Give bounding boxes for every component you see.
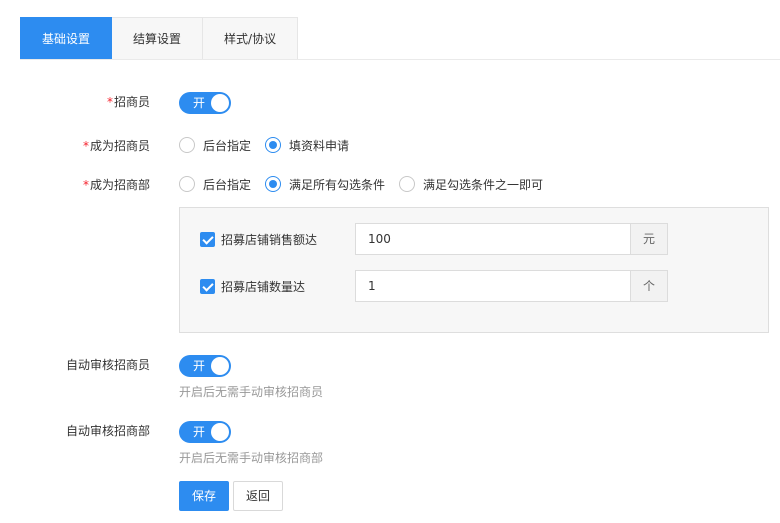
unit-ge: 个 (630, 270, 668, 302)
auto-audit-recruiter-label: 自动审核招商员 (65, 358, 150, 372)
radio-label: 满足勾选条件之一即可 (423, 177, 544, 192)
radio-circle (265, 176, 282, 192)
tab-settlement-settings[interactable]: 结算设置 (112, 17, 204, 60)
required-mark: * (82, 139, 89, 153)
radio-label: 填资料申请 (289, 138, 350, 153)
shop-count-input[interactable] (355, 270, 630, 302)
tab-basic-settings[interactable]: 基础设置 (20, 17, 113, 60)
recruiter-switch[interactable]: 开 (179, 92, 231, 114)
switch-text: 开 (193, 359, 206, 373)
become-recruiter-label-text: 成为招商员 (89, 139, 150, 153)
auto-audit-dept-hint: 开启后无需手动审核招商部 (179, 451, 324, 465)
switch-text: 开 (193, 425, 206, 439)
recruiter-label-text: 招商员 (113, 95, 150, 109)
checkbox-label: 招募店铺销售额达 (221, 233, 318, 247)
auto-audit-recruiter-switch[interactable]: 开 (179, 355, 231, 377)
sales-amount-input-group: 元 (355, 223, 668, 255)
tab-divider (20, 59, 780, 60)
radio-all-conditions[interactable]: 满足所有勾选条件 (265, 176, 385, 193)
auto-audit-dept-label: 自动审核招商部 (65, 424, 150, 438)
become-dept-label-text: 成为招商部 (89, 178, 150, 192)
radio-circle (179, 176, 195, 192)
tab-bar: 基础设置 结算设置 样式/协议 (20, 17, 299, 60)
tab-style-agreement[interactable]: 样式/协议 (203, 17, 299, 60)
radio-label: 后台指定 (203, 177, 252, 192)
shop-count-input-group: 个 (355, 270, 668, 302)
sales-amount-input[interactable] (355, 223, 630, 255)
required-mark: * (106, 95, 113, 109)
recruiter-label: *招商员 (0, 93, 150, 110)
switch-knob (211, 423, 229, 441)
become-recruiter-label: *成为招商员 (0, 137, 150, 154)
switch-knob (211, 94, 229, 112)
switch-knob (211, 357, 229, 375)
radio-circle (179, 137, 195, 153)
auto-audit-dept-switch[interactable]: 开 (179, 421, 231, 443)
radio-label: 满足所有勾选条件 (289, 177, 386, 192)
unit-yuan: 元 (630, 223, 668, 255)
radio-backend-assign[interactable]: 后台指定 (179, 137, 251, 154)
check-icon (200, 232, 215, 247)
radio-label: 后台指定 (203, 138, 252, 153)
radio-fill-application[interactable]: 填资料申请 (265, 137, 349, 154)
back-button[interactable]: 返回 (233, 481, 284, 511)
become-recruiter-radio-group: 后台指定 填资料申请 (179, 137, 363, 153)
radio-circle (399, 176, 416, 192)
save-button[interactable]: 保存 (179, 481, 230, 511)
check-icon (200, 279, 215, 294)
checkbox-label: 招募店铺数量达 (221, 280, 306, 294)
checkbox-shop-count[interactable]: 招募店铺数量达 (200, 278, 305, 295)
radio-circle (265, 137, 282, 153)
radio-backend-assign[interactable]: 后台指定 (179, 176, 251, 193)
checkbox-sales-amount[interactable]: 招募店铺销售额达 (200, 231, 317, 248)
auto-audit-recruiter-hint: 开启后无需手动审核招商员 (179, 385, 324, 399)
radio-any-condition[interactable]: 满足勾选条件之一即可 (399, 176, 543, 193)
become-dept-radio-group: 后台指定 满足所有勾选条件 满足勾选条件之一即可 (179, 176, 557, 192)
switch-text: 开 (193, 96, 206, 110)
become-dept-label: *成为招商部 (0, 176, 150, 193)
required-mark: * (82, 178, 89, 192)
